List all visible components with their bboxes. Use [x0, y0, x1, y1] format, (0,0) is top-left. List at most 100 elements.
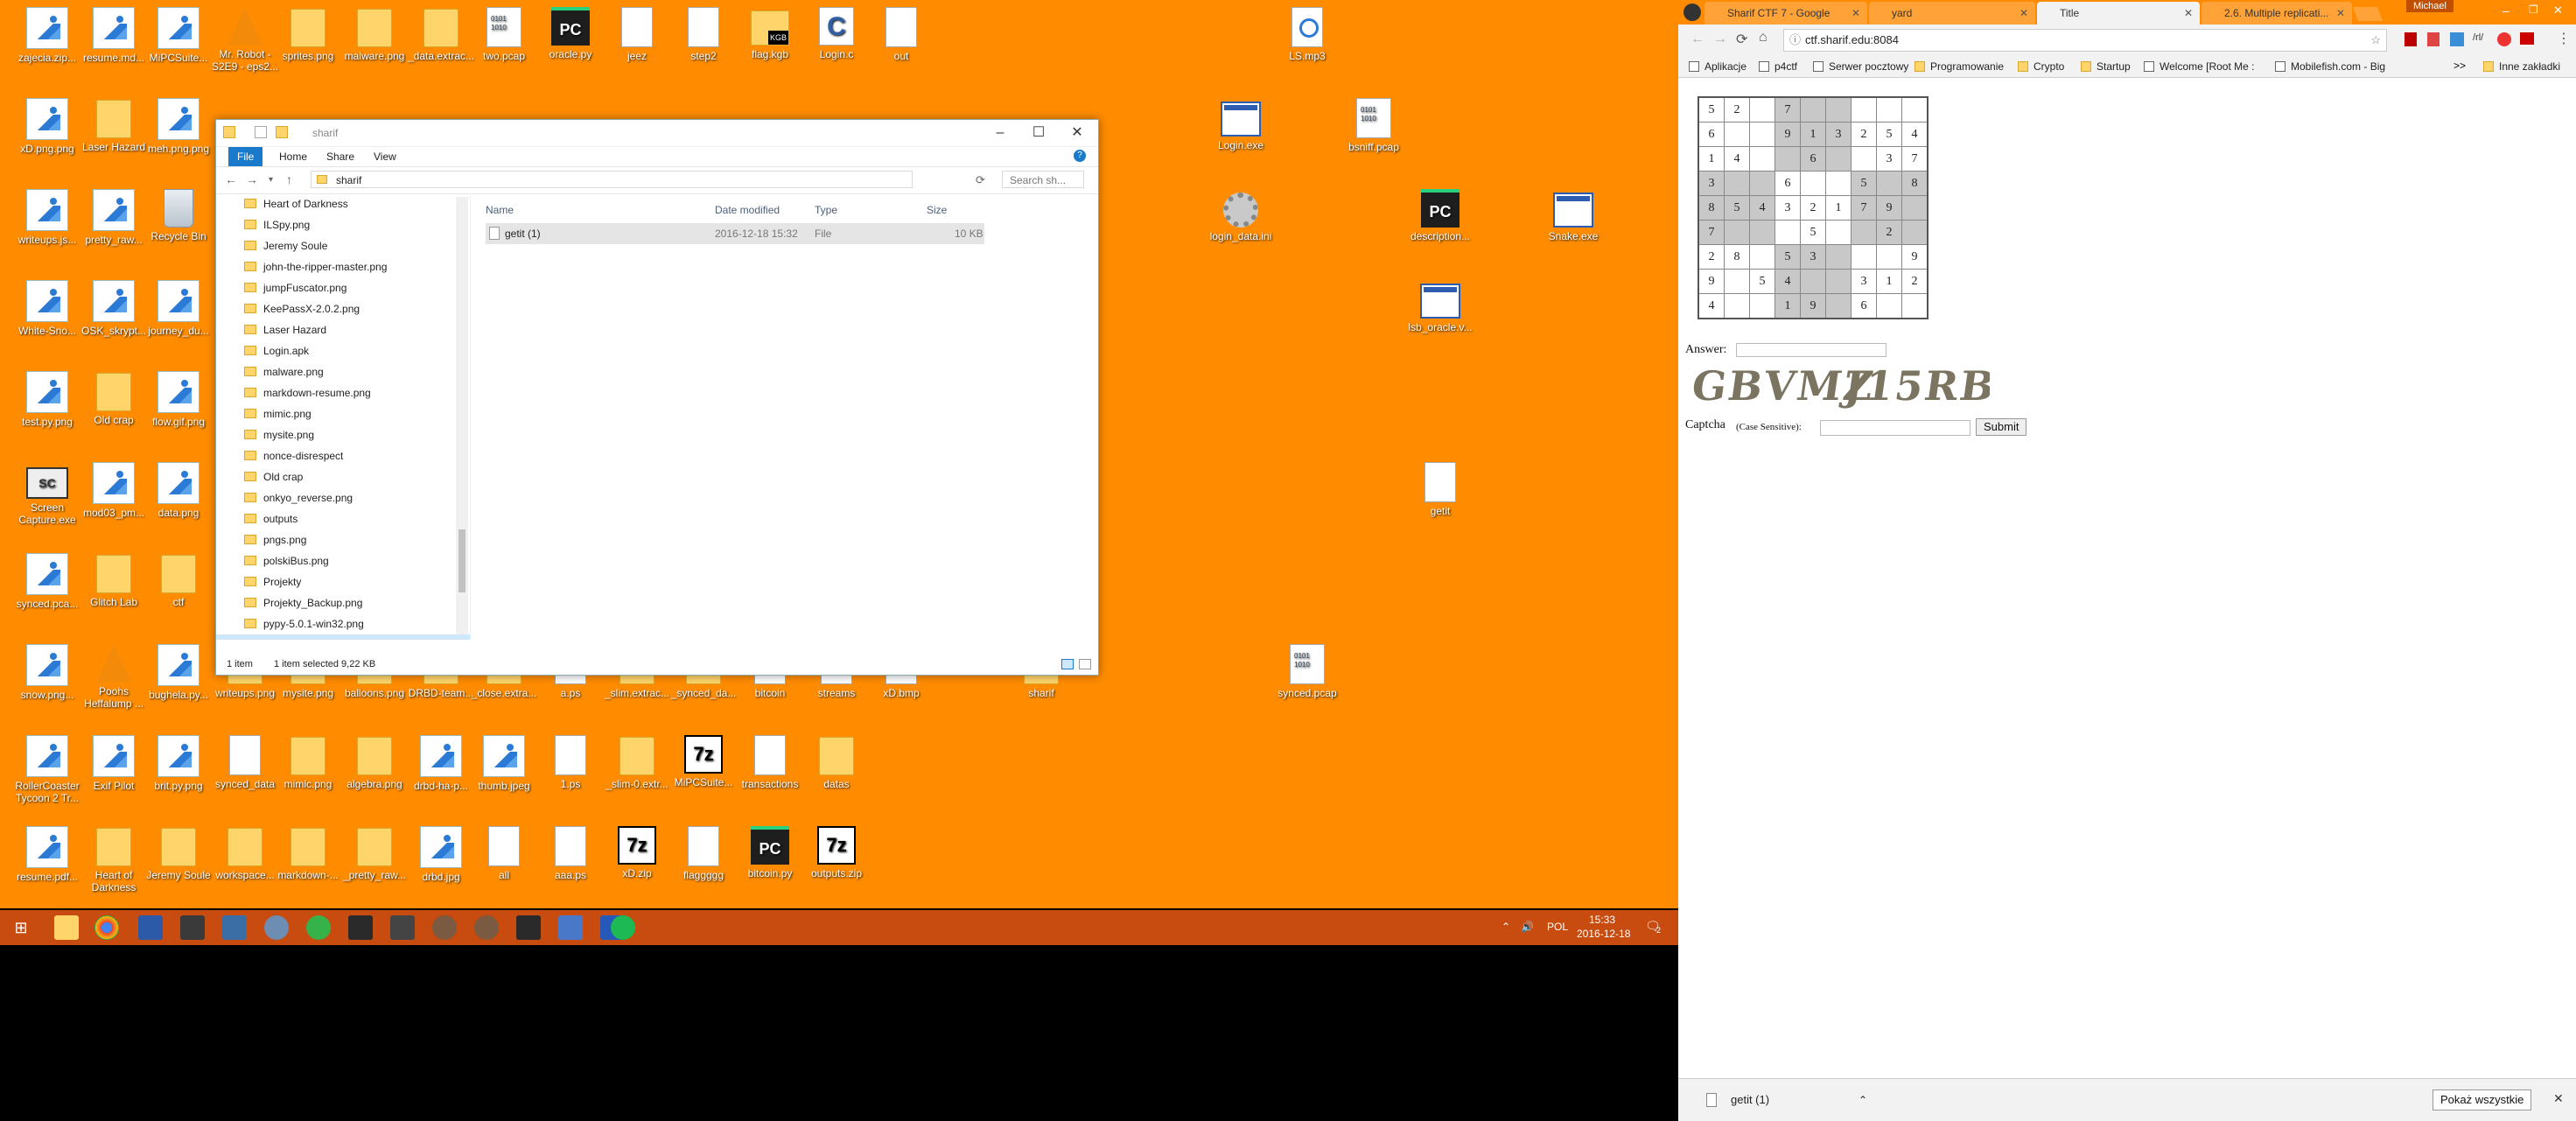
browser-tab[interactable]: yard ✕	[1869, 2, 2035, 25]
submit-button[interactable]: Submit	[1976, 418, 2027, 436]
desktop-icon[interactable]: snow.png...	[10, 644, 84, 701]
forward-icon[interactable]: →	[1713, 32, 1727, 47]
close-button[interactable]: ✕	[1058, 120, 1096, 146]
new-tab-button[interactable]	[2353, 7, 2383, 21]
desktop-icon[interactable]: 1.ps	[534, 735, 607, 790]
spotify-icon[interactable]	[611, 915, 635, 940]
tab-home[interactable]: Home	[270, 147, 316, 166]
desktop-icon[interactable]: sprites.png	[271, 7, 345, 62]
tab-file[interactable]: File	[228, 147, 263, 166]
properties-icon[interactable]	[255, 126, 267, 138]
desktop-icon[interactable]: flag.kgb	[733, 7, 807, 60]
desktop-icon[interactable]: resume.md...	[77, 7, 150, 64]
desktop-icon[interactable]: Jeremy Soule	[142, 826, 215, 881]
desktop-icon[interactable]: all	[467, 826, 541, 881]
column-size[interactable]: Size	[927, 204, 947, 216]
browser-tab-active[interactable]: Title ✕	[2037, 2, 2200, 25]
info-icon[interactable]: ⓘ	[1789, 30, 1801, 51]
nav-folder-item[interactable]: Old crap	[216, 466, 470, 487]
terminal-icon[interactable]	[180, 915, 205, 940]
recent-dropdown-icon[interactable]: ▾	[269, 175, 273, 185]
tab-close-icon[interactable]: ✕	[2020, 2, 2028, 25]
network-app-icon[interactable]	[264, 915, 289, 940]
desktop-icon[interactable]: datas	[800, 735, 873, 790]
desktop-icon[interactable]: _pretty_raw...	[338, 826, 411, 881]
nav-folder-item[interactable]: polskiBus.png	[216, 550, 470, 571]
nav-folder-item[interactable]: Laser Hazard	[216, 319, 470, 340]
window-close-icon[interactable]: ✕	[2553, 4, 2563, 18]
desktop-icon[interactable]: meh.png.png	[142, 98, 215, 155]
other-bookmarks[interactable]: Inne zakładki	[2483, 56, 2560, 77]
app-window-icon[interactable]	[222, 915, 247, 940]
desktop-icon[interactable]: 7z outputs.zip	[800, 826, 873, 879]
desktop-icon[interactable]: Recycle Bin	[142, 189, 215, 242]
column-type[interactable]: Type	[815, 204, 837, 216]
download-item[interactable]: getit (1) ⌃	[1692, 1088, 1867, 1112]
forward-arrow-icon[interactable]: →	[246, 172, 258, 186]
nav-folder-item[interactable]: john-the-ripper-master.png	[216, 256, 470, 277]
tab-close-icon[interactable]: ✕	[2336, 2, 2345, 25]
nav-folder-item[interactable]: Login.apk	[216, 340, 470, 361]
close-download-bar-icon[interactable]: ✕	[2553, 1091, 2564, 1106]
tab-view[interactable]: View	[365, 147, 405, 166]
camera-icon[interactable]	[390, 915, 415, 940]
desktop-icon[interactable]: Poohs Heffalump ...	[77, 644, 150, 710]
desktop-icon[interactable]: Snake.exe	[1536, 189, 1610, 242]
up-arrow-icon[interactable]: ↑	[286, 172, 292, 186]
desktop-icon[interactable]: lsb_oracle.v...	[1404, 280, 1477, 333]
bookmark-star-icon[interactable]: ☆	[2370, 30, 2381, 51]
desktop-icon[interactable]: flow.gif.png	[142, 371, 215, 428]
browser-tab[interactable]: 2.6. Multiple replicati... ✕	[2202, 2, 2352, 25]
tab-close-icon[interactable]: ✕	[2184, 2, 2193, 25]
desktop-icon[interactable]: xD.png.png	[10, 98, 84, 155]
extension-icon[interactable]: /rl/	[2473, 32, 2483, 43]
nav-folder-item[interactable]: Projekty_Backup.png	[216, 592, 470, 613]
desktop-icon[interactable]: transactions	[733, 735, 807, 790]
minimize-button[interactable]: –	[981, 120, 1019, 146]
search-input[interactable]: Search sh...	[1002, 171, 1084, 188]
show-all-downloads-button[interactable]: Pokaż wszystkie	[2432, 1089, 2532, 1110]
desktop-icon[interactable]: Old crap	[77, 371, 150, 426]
desktop-icon[interactable]: synced.pcap	[1270, 644, 1344, 699]
desktop-icon[interactable]: flaggggg	[667, 826, 740, 881]
column-name[interactable]: Name	[486, 204, 514, 216]
file-explorer-icon[interactable]	[54, 915, 79, 940]
desktop-icon[interactable]: Heart of Darkness	[77, 826, 150, 893]
nav-folder-item[interactable]: nonce-disrespect	[216, 445, 470, 466]
bookmark-item[interactable]: Aplikacje	[1689, 56, 1746, 77]
tray-chevron-icon[interactable]: ⌃	[1502, 921, 1510, 933]
desktop-icon[interactable]: RollerCoaster Tycoon 2 Tr...	[10, 735, 84, 804]
desktop-icon[interactable]: PC oracle.py	[534, 7, 607, 60]
desktop-icon[interactable]: aaa.ps	[534, 826, 607, 881]
desktop-icon[interactable]: test.py.png	[10, 371, 84, 428]
back-arrow-icon[interactable]: ←	[225, 172, 237, 186]
desktop-icon[interactable]: Laser Hazard	[77, 98, 150, 153]
answer-input[interactable]	[1736, 343, 1886, 357]
volume-icon[interactable]: 🔊	[1521, 921, 1534, 933]
desktop-icon[interactable]: bughela.py...	[142, 644, 215, 701]
extension-icon[interactable]	[2450, 32, 2464, 46]
desktop-icon[interactable]: 7z xD.zip	[600, 826, 674, 879]
chrome-icon[interactable]	[94, 915, 119, 940]
nav-folder-item[interactable]: pypy-5.0.1-win32.png	[216, 613, 470, 634]
nav-folder-item[interactable]: mysite.png	[216, 424, 470, 445]
window-maximize-icon[interactable]: ❐	[2529, 4, 2538, 16]
nav-folder-item[interactable]: pngs.png	[216, 529, 470, 550]
desktop-icon[interactable]: login_data.ini	[1204, 189, 1278, 242]
new-folder-icon[interactable]	[276, 126, 288, 138]
desktop-icon[interactable]: journey_du...	[142, 280, 215, 337]
desktop-icon[interactable]: Glitch Lab	[77, 553, 150, 608]
desktop-icon[interactable]: markdown-...	[271, 826, 345, 881]
bookmark-item[interactable]: Serwer pocztowy	[1813, 56, 1908, 77]
nav-folder-item[interactable]: outputs	[216, 508, 470, 529]
nav-folder-item[interactable]: jumpFuscator.png	[216, 277, 470, 298]
tab-share[interactable]: Share	[318, 147, 363, 166]
maximize-button[interactable]: ☐	[1019, 120, 1058, 146]
desktop-icon[interactable]: SC Screen Capture.exe	[10, 462, 84, 526]
nav-folder-item[interactable]: markdown-resume.png	[216, 382, 470, 403]
desktop-icon[interactable]: Login.exe	[1204, 98, 1278, 151]
clock-time[interactable]: 15:33	[1589, 914, 1615, 926]
window-minimize-icon[interactable]: –	[2502, 4, 2510, 18]
url-bar[interactable]: ⓘ ctf.sharif.edu:8084 ☆	[1783, 29, 2387, 52]
desktop-icon[interactable]: algebra.png	[338, 735, 411, 790]
